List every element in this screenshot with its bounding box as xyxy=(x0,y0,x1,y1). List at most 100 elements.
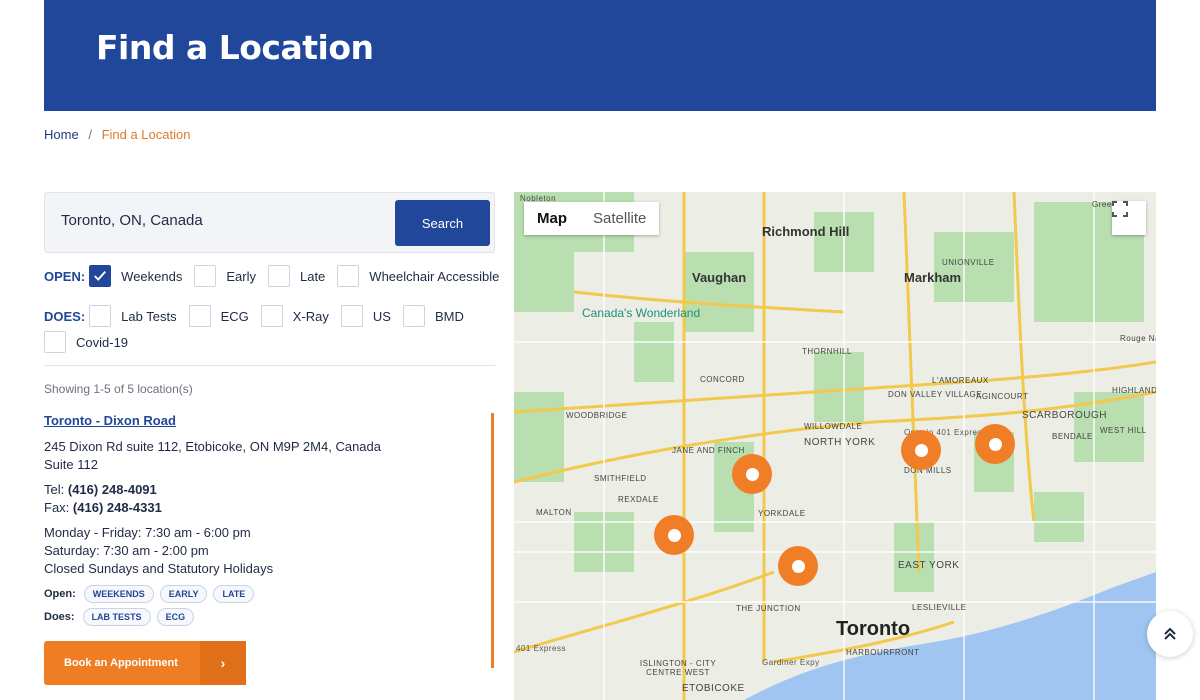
map-type-map[interactable]: Map xyxy=(524,202,580,235)
map-marker[interactable] xyxy=(654,515,694,555)
filter-weekends[interactable]: Weekends xyxy=(89,265,182,287)
map-label-smithfield: SMITHFIELD xyxy=(594,474,647,483)
chevron-right-icon: › xyxy=(200,641,246,685)
checkbox-bmd[interactable] xyxy=(402,305,425,327)
filter-us-label: US xyxy=(372,308,391,324)
filter-late-label: Late xyxy=(299,268,326,284)
map-label-rouge: Rouge Nationa Urban Pa xyxy=(1120,334,1156,343)
tel-number[interactable]: (416) 248-4091 xyxy=(68,482,157,497)
map-label-leslieville: LESLIEVILLE xyxy=(912,603,967,612)
checkbox-early[interactable] xyxy=(194,265,217,287)
book-appointment-button[interactable]: Book an Appointment › xyxy=(44,641,246,685)
map-marker[interactable] xyxy=(901,430,941,470)
location-suite: Suite 112 xyxy=(44,457,98,472)
map-label-scarborough: SCARBOROUGH xyxy=(1022,410,1107,421)
map-marker[interactable] xyxy=(975,424,1015,464)
map-marker[interactable] xyxy=(778,546,818,586)
map-label-markham: Markham xyxy=(904,270,962,285)
does-filter-row: DOES: Lab Tests ECG X-Ray US BMD xyxy=(44,305,476,327)
map-label-etobicoke: ETOBICOKE xyxy=(682,683,745,694)
tag-late: LATE xyxy=(213,585,255,603)
map-label-toronto: Toronto xyxy=(836,618,911,640)
filter-bmd[interactable]: BMD xyxy=(402,305,464,327)
map-type-satellite[interactable]: Satellite xyxy=(580,202,659,235)
filter-ecg[interactable]: ECG xyxy=(188,305,249,327)
map-label-north-york: NORTH YORK xyxy=(804,437,876,448)
tag-early: EARLY xyxy=(159,585,208,603)
map-label-west-hill: WEST HILL xyxy=(1100,426,1147,435)
checkbox-ecg[interactable] xyxy=(188,305,211,327)
map-marker-dot xyxy=(745,467,759,481)
map-label-gardiner: Gardiner Expy xyxy=(762,658,820,667)
filter-late[interactable]: Late xyxy=(267,265,326,287)
chevron-double-up-icon xyxy=(1164,627,1176,640)
map-label-richmond-hill: Richmond Hill xyxy=(762,224,850,239)
breadcrumb: Home / Find a Location xyxy=(44,127,190,142)
filter-us[interactable]: US xyxy=(340,305,391,327)
filter-early[interactable]: Early xyxy=(194,265,256,287)
map-label-junction: THE JUNCTION xyxy=(736,604,801,613)
map-label-yorkdale: YORKDALE xyxy=(758,509,806,518)
tel-label: Tel: xyxy=(44,482,65,497)
map-label-agincourt: AGINCOURT xyxy=(976,392,1029,401)
filter-bmd-label: BMD xyxy=(434,308,464,324)
checkbox-xray[interactable] xyxy=(260,305,283,327)
location-name-link[interactable]: Toronto - Dixon Road xyxy=(44,413,176,428)
map-label-harbourfront: HARBOURFRONT xyxy=(846,648,920,657)
does-tags-row: Does: LAB TESTS ECG xyxy=(44,608,200,626)
filter-ecg-label: ECG xyxy=(220,308,249,324)
map-marker-dot xyxy=(914,443,928,457)
checkbox-wheelchair[interactable] xyxy=(337,265,360,287)
open-tags-row: Open: WEEKENDS EARLY LATE xyxy=(44,585,260,603)
checkbox-late[interactable] xyxy=(267,265,290,287)
map-label-unionville: UNIONVILLE xyxy=(942,258,995,267)
map-label-wonderland: Canada's Wonderland xyxy=(582,306,701,320)
search-input[interactable] xyxy=(61,212,381,229)
fullscreen-button[interactable] xyxy=(1112,201,1146,235)
does-filter-row-2: Covid-19 xyxy=(44,331,140,353)
filter-wheelchair[interactable]: Wheelchair Accessible xyxy=(337,265,499,287)
back-to-top-button[interactable] xyxy=(1147,611,1193,657)
map-label-islington: ISLINGTON - CITY CENTRE WEST xyxy=(639,659,717,677)
filter-covid[interactable]: Covid-19 xyxy=(44,331,128,353)
search-box: Search xyxy=(44,192,495,253)
map-label-concord: CONCORD xyxy=(700,375,745,384)
location-tel: Tel: (416) 248-4091 xyxy=(44,481,157,499)
map-container[interactable]: Map Satellite Nobleton Richmond Hill Vau… xyxy=(514,192,1156,700)
checkbox-us[interactable] xyxy=(340,305,363,327)
checkbox-lab-tests[interactable] xyxy=(89,305,112,327)
results-scrollbar-thumb[interactable] xyxy=(491,413,494,668)
filter-xray[interactable]: X-Ray xyxy=(260,305,329,327)
map-marker-dot xyxy=(988,437,1002,451)
hours-weekday: Monday - Friday: 7:30 am - 6:00 pm xyxy=(44,525,251,540)
fax-number: (416) 248-4331 xyxy=(72,500,162,515)
tag-ecg: ECG xyxy=(156,608,195,626)
map-marker-dot xyxy=(791,559,805,573)
filter-covid-label: Covid-19 xyxy=(76,334,129,350)
checkbox-weekends[interactable] xyxy=(89,265,112,287)
hours-saturday: Saturday: 7:30 am - 2:00 pm xyxy=(44,543,209,558)
filter-lab-tests[interactable]: Lab Tests xyxy=(89,305,177,327)
breadcrumb-home-link[interactable]: Home xyxy=(44,127,79,142)
tag-lab-tests: LAB TESTS xyxy=(82,608,151,626)
search-button[interactable]: Search xyxy=(395,200,490,246)
results-count: Showing 1-5 of 5 location(s) xyxy=(44,382,193,396)
book-appointment-label: Book an Appointment xyxy=(64,657,178,669)
map-label-east-york: EAST YORK xyxy=(898,560,960,571)
map-label-vaughan: Vaughan xyxy=(692,270,747,285)
filter-weekends-label: Weekends xyxy=(121,268,183,284)
map-label-lamoureaux: L'AMOREAUX xyxy=(932,376,989,385)
breadcrumb-separator: / xyxy=(88,127,92,142)
map-label-rexdale: REXDALE xyxy=(618,495,659,504)
fullscreen-icon xyxy=(1112,201,1128,217)
map-label-nobleton: Nobleton xyxy=(520,194,557,203)
does-tags-label: Does: xyxy=(44,611,75,623)
map-label-gree: Gree xyxy=(1092,200,1112,209)
map-marker-dot xyxy=(667,528,681,542)
map-label-willowdale: WILLOWDALE xyxy=(804,422,863,431)
filter-xray-label: X-Ray xyxy=(292,308,329,324)
map-label-highland: HIGHLAND CREEK xyxy=(1112,386,1156,395)
page-title: Find a Location xyxy=(96,28,374,67)
map-marker[interactable] xyxy=(732,454,772,494)
checkbox-covid[interactable] xyxy=(44,331,66,353)
